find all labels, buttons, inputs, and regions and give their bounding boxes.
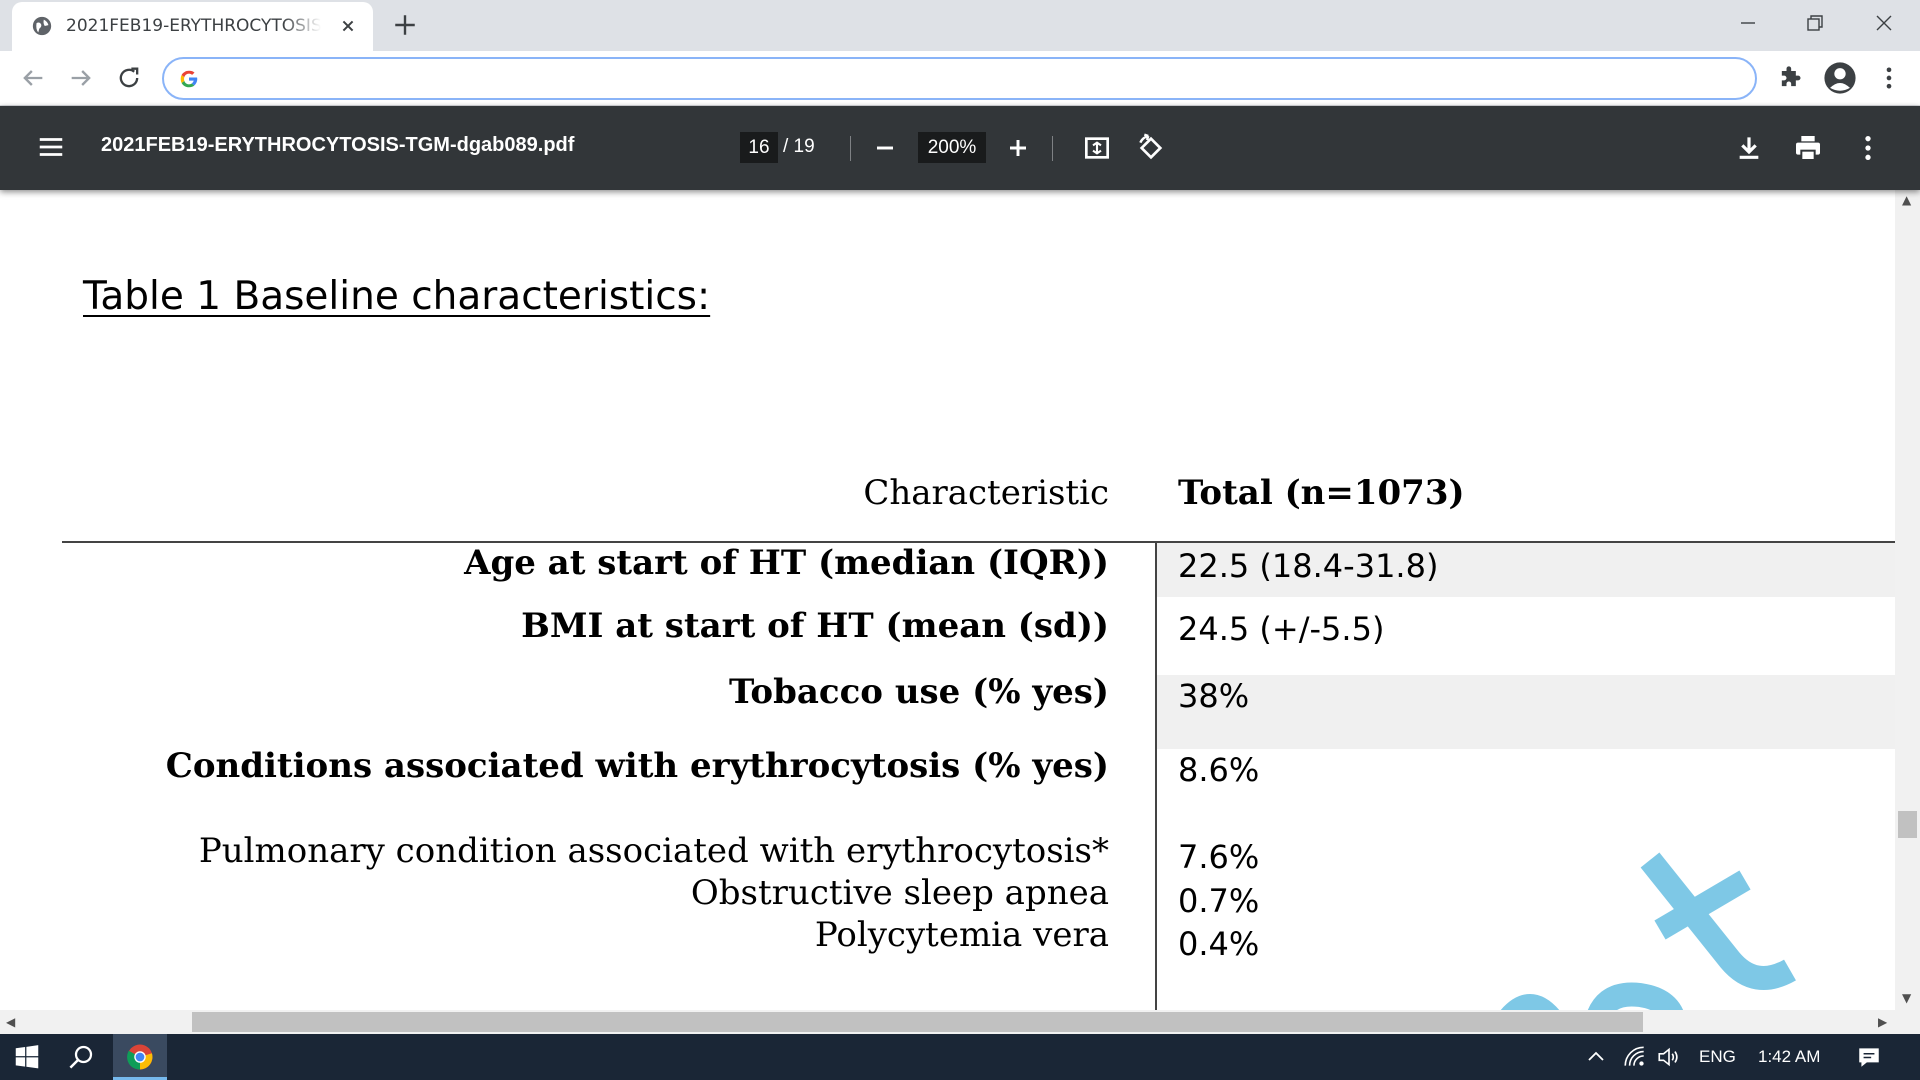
volume-icon[interactable] [1656, 1044, 1682, 1070]
more-options-icon[interactable] [1852, 132, 1884, 164]
browser-toolbar [0, 51, 1920, 106]
reload-icon[interactable] [115, 64, 143, 92]
new-tab-icon[interactable] [392, 12, 418, 38]
fit-page-icon[interactable] [1081, 132, 1113, 164]
browser-menu-icon[interactable] [1875, 64, 1903, 92]
print-icon[interactable] [1792, 132, 1824, 164]
close-window-icon[interactable] [1869, 8, 1899, 38]
table-heading: Table 1 Baseline characteristics: [83, 274, 711, 319]
table-subrow-label: Obstructive sleep apnea [690, 873, 1109, 913]
table-row-value: 38% [1178, 677, 1250, 715]
table-row-value: 22.5 (18.4-31.8) [1178, 547, 1439, 585]
scrollbar-corner [1895, 1010, 1920, 1034]
table-column-divider [1155, 542, 1157, 1010]
pdf-toolbar: 2021FEB19-ERYTHROCYTOSIS-TGM-dgab089.pdf… [0, 106, 1920, 190]
table-subrow-label: Polycytemia vera [814, 915, 1109, 955]
rotate-icon[interactable] [1135, 132, 1167, 164]
table-subrow-value: 7.6% [1178, 838, 1260, 876]
table-subrow-label: Pulmonary condition associated with eryt… [198, 831, 1109, 871]
table-row-value: 24.5 (+/-5.5) [1178, 610, 1385, 648]
scroll-down-arrow-icon[interactable]: ▼ [1902, 992, 1911, 1004]
column-header-total: Total (n=1073) [1178, 473, 1465, 513]
page-total: / 19 [783, 136, 815, 157]
table-subrow-value: 0.4% [1178, 925, 1260, 963]
zoom-out-icon[interactable] [869, 132, 901, 164]
scroll-right-arrow-icon[interactable]: ▶ [1878, 1016, 1887, 1028]
tab-title: 2021FEB19-ERYTHROCYTOSIS-TGM-dgab089.pdf [66, 16, 321, 36]
table-row-label: Age at start of HT (median (IQR)) [464, 543, 1109, 583]
windows-taskbar: ENG 1:42 AM [0, 1034, 1920, 1080]
pdf-file-name: 2021FEB19-ERYTHROCYTOSIS-TGM-dgab089.pdf [101, 134, 575, 156]
tab-strip: 2021FEB19-ERYTHROCYTOSIS-TGM-dgab089.pdf [0, 0, 1920, 51]
table-row-value: 8.6% [1178, 751, 1260, 789]
network-icon[interactable] [1622, 1044, 1648, 1070]
chrome-icon[interactable] [125, 1042, 155, 1072]
language-indicator[interactable]: ENG [1699, 1047, 1736, 1067]
zoom-level-input[interactable]: 200% [918, 132, 986, 163]
table-row-label: Conditions associated with erythrocytosi… [165, 746, 1109, 786]
forward-arrow-icon[interactable] [67, 64, 95, 92]
minimize-icon[interactable] [1733, 8, 1763, 38]
extensions-puzzle-icon[interactable] [1776, 64, 1804, 92]
vertical-scrollbar[interactable] [1895, 190, 1920, 1010]
scroll-up-arrow-icon[interactable]: ▲ [1902, 194, 1911, 206]
profile-avatar-icon[interactable] [1823, 61, 1857, 95]
pdf-page: Table 1 Baseline characteristics: Charac… [0, 190, 1895, 1010]
zoom-in-icon[interactable] [1002, 132, 1034, 164]
search-icon[interactable] [66, 1042, 96, 1072]
table-row-label: Tobacco use (% yes) [729, 672, 1109, 712]
toolbar-divider [1052, 136, 1053, 161]
close-icon[interactable] [337, 15, 359, 37]
horizontal-scroll-thumb[interactable] [192, 1012, 1643, 1032]
watermark-graphic [1500, 852, 1796, 1010]
column-header-characteristic: Characteristic [863, 473, 1109, 513]
browser-tab[interactable]: 2021FEB19-ERYTHROCYTOSIS-TGM-dgab089.pdf [12, 2, 373, 51]
scroll-left-arrow-icon[interactable]: ◀ [6, 1016, 15, 1028]
download-icon[interactable] [1733, 132, 1765, 164]
table-row-label: BMI at start of HT (mean (sd)) [521, 606, 1109, 646]
toolbar-divider [850, 136, 851, 161]
globe-icon [32, 16, 52, 36]
restore-icon[interactable] [1800, 8, 1830, 38]
chevron-up-icon[interactable] [1584, 1045, 1608, 1069]
vertical-scroll-thumb[interactable] [1898, 811, 1917, 838]
back-arrow-icon[interactable] [19, 64, 47, 92]
hamburger-menu-icon[interactable] [36, 132, 66, 162]
google-g-icon [180, 70, 198, 88]
windows-start-icon[interactable] [12, 1042, 42, 1072]
clock[interactable]: 1:42 AM [1758, 1047, 1820, 1067]
notifications-icon[interactable] [1856, 1044, 1882, 1070]
address-input[interactable] [212, 63, 1712, 95]
page-number-input[interactable]: 16 [740, 132, 778, 163]
address-bar[interactable] [162, 57, 1757, 100]
row-shading [1157, 675, 1895, 749]
table-subrow-value: 0.7% [1178, 882, 1260, 920]
